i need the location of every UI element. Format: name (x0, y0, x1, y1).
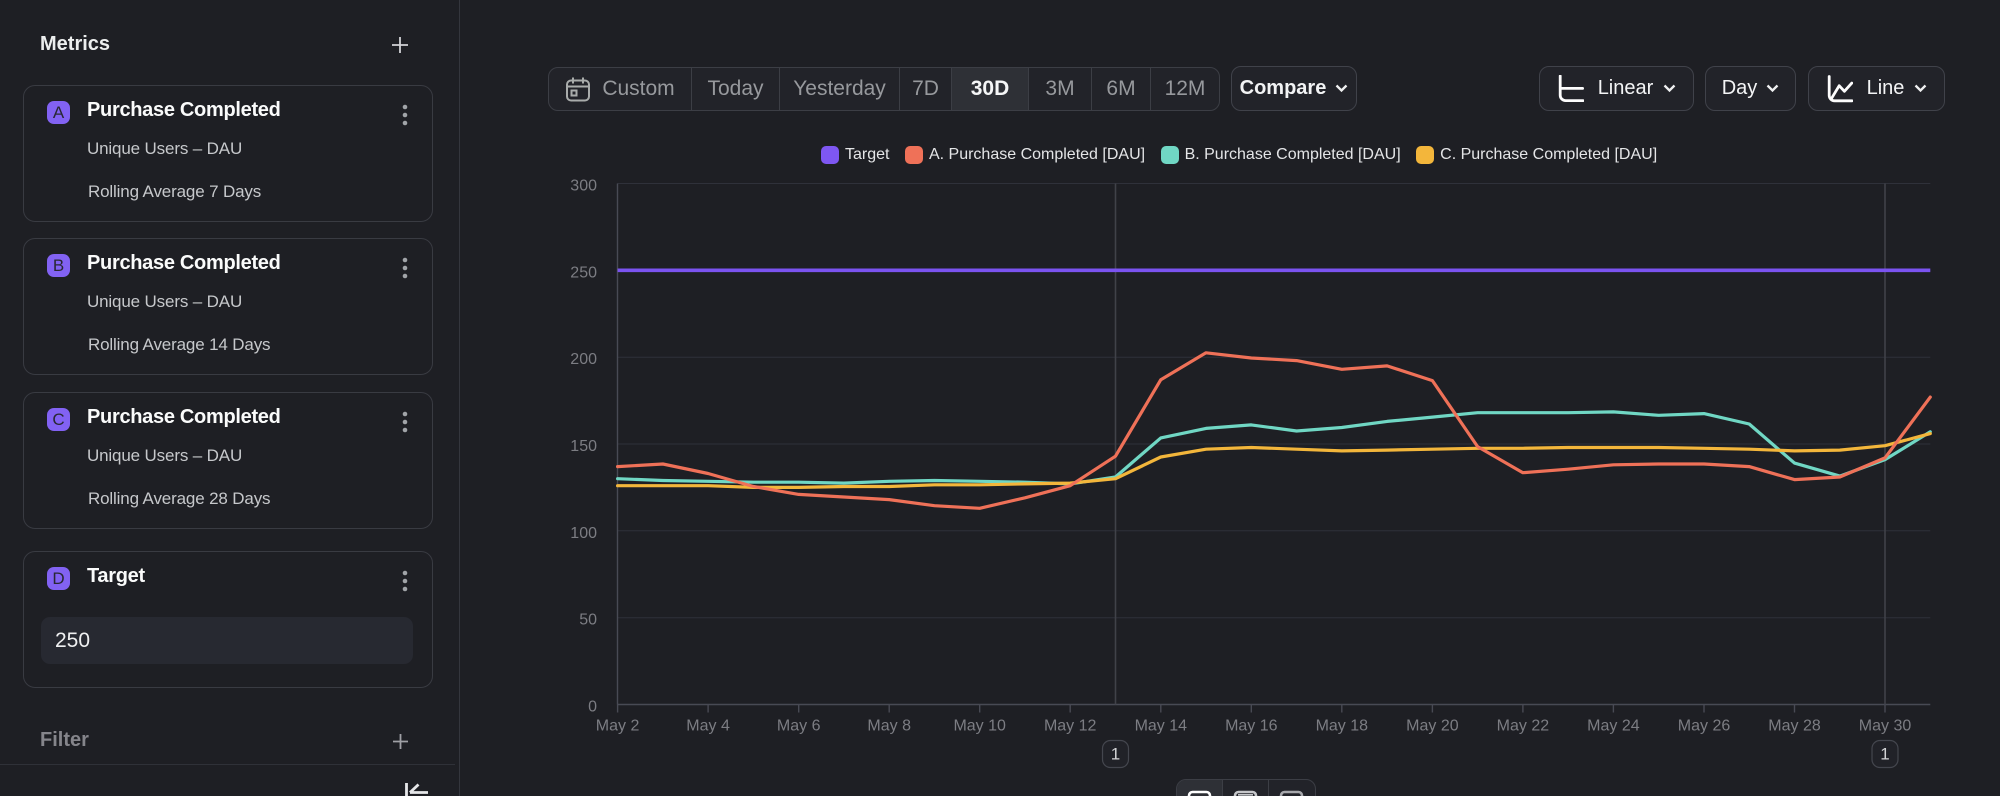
svg-text:May 30: May 30 (1859, 718, 1912, 735)
svg-text:1: 1 (1880, 745, 1889, 764)
svg-text:1: 1 (1111, 745, 1120, 764)
svg-text:May 22: May 22 (1497, 718, 1550, 735)
svg-text:May 2: May 2 (596, 718, 640, 735)
svg-text:May 10: May 10 (953, 718, 1006, 735)
svg-text:May 24: May 24 (1587, 718, 1640, 735)
svg-text:300: 300 (570, 178, 597, 195)
svg-text:50: 50 (579, 612, 597, 629)
svg-text:May 26: May 26 (1678, 718, 1731, 735)
svg-text:100: 100 (570, 525, 597, 542)
svg-text:May 4: May 4 (686, 718, 730, 735)
svg-text:May 20: May 20 (1406, 718, 1459, 735)
svg-text:200: 200 (570, 351, 597, 368)
svg-text:May 28: May 28 (1768, 718, 1821, 735)
svg-text:May 16: May 16 (1225, 718, 1278, 735)
svg-text:May 12: May 12 (1044, 718, 1097, 735)
svg-text:May 8: May 8 (867, 718, 911, 735)
svg-text:May 14: May 14 (1135, 718, 1188, 735)
svg-text:May 6: May 6 (777, 718, 821, 735)
svg-text:May 18: May 18 (1316, 718, 1369, 735)
svg-text:250: 250 (570, 264, 597, 281)
svg-text:0: 0 (588, 699, 597, 716)
svg-text:150: 150 (570, 438, 597, 455)
